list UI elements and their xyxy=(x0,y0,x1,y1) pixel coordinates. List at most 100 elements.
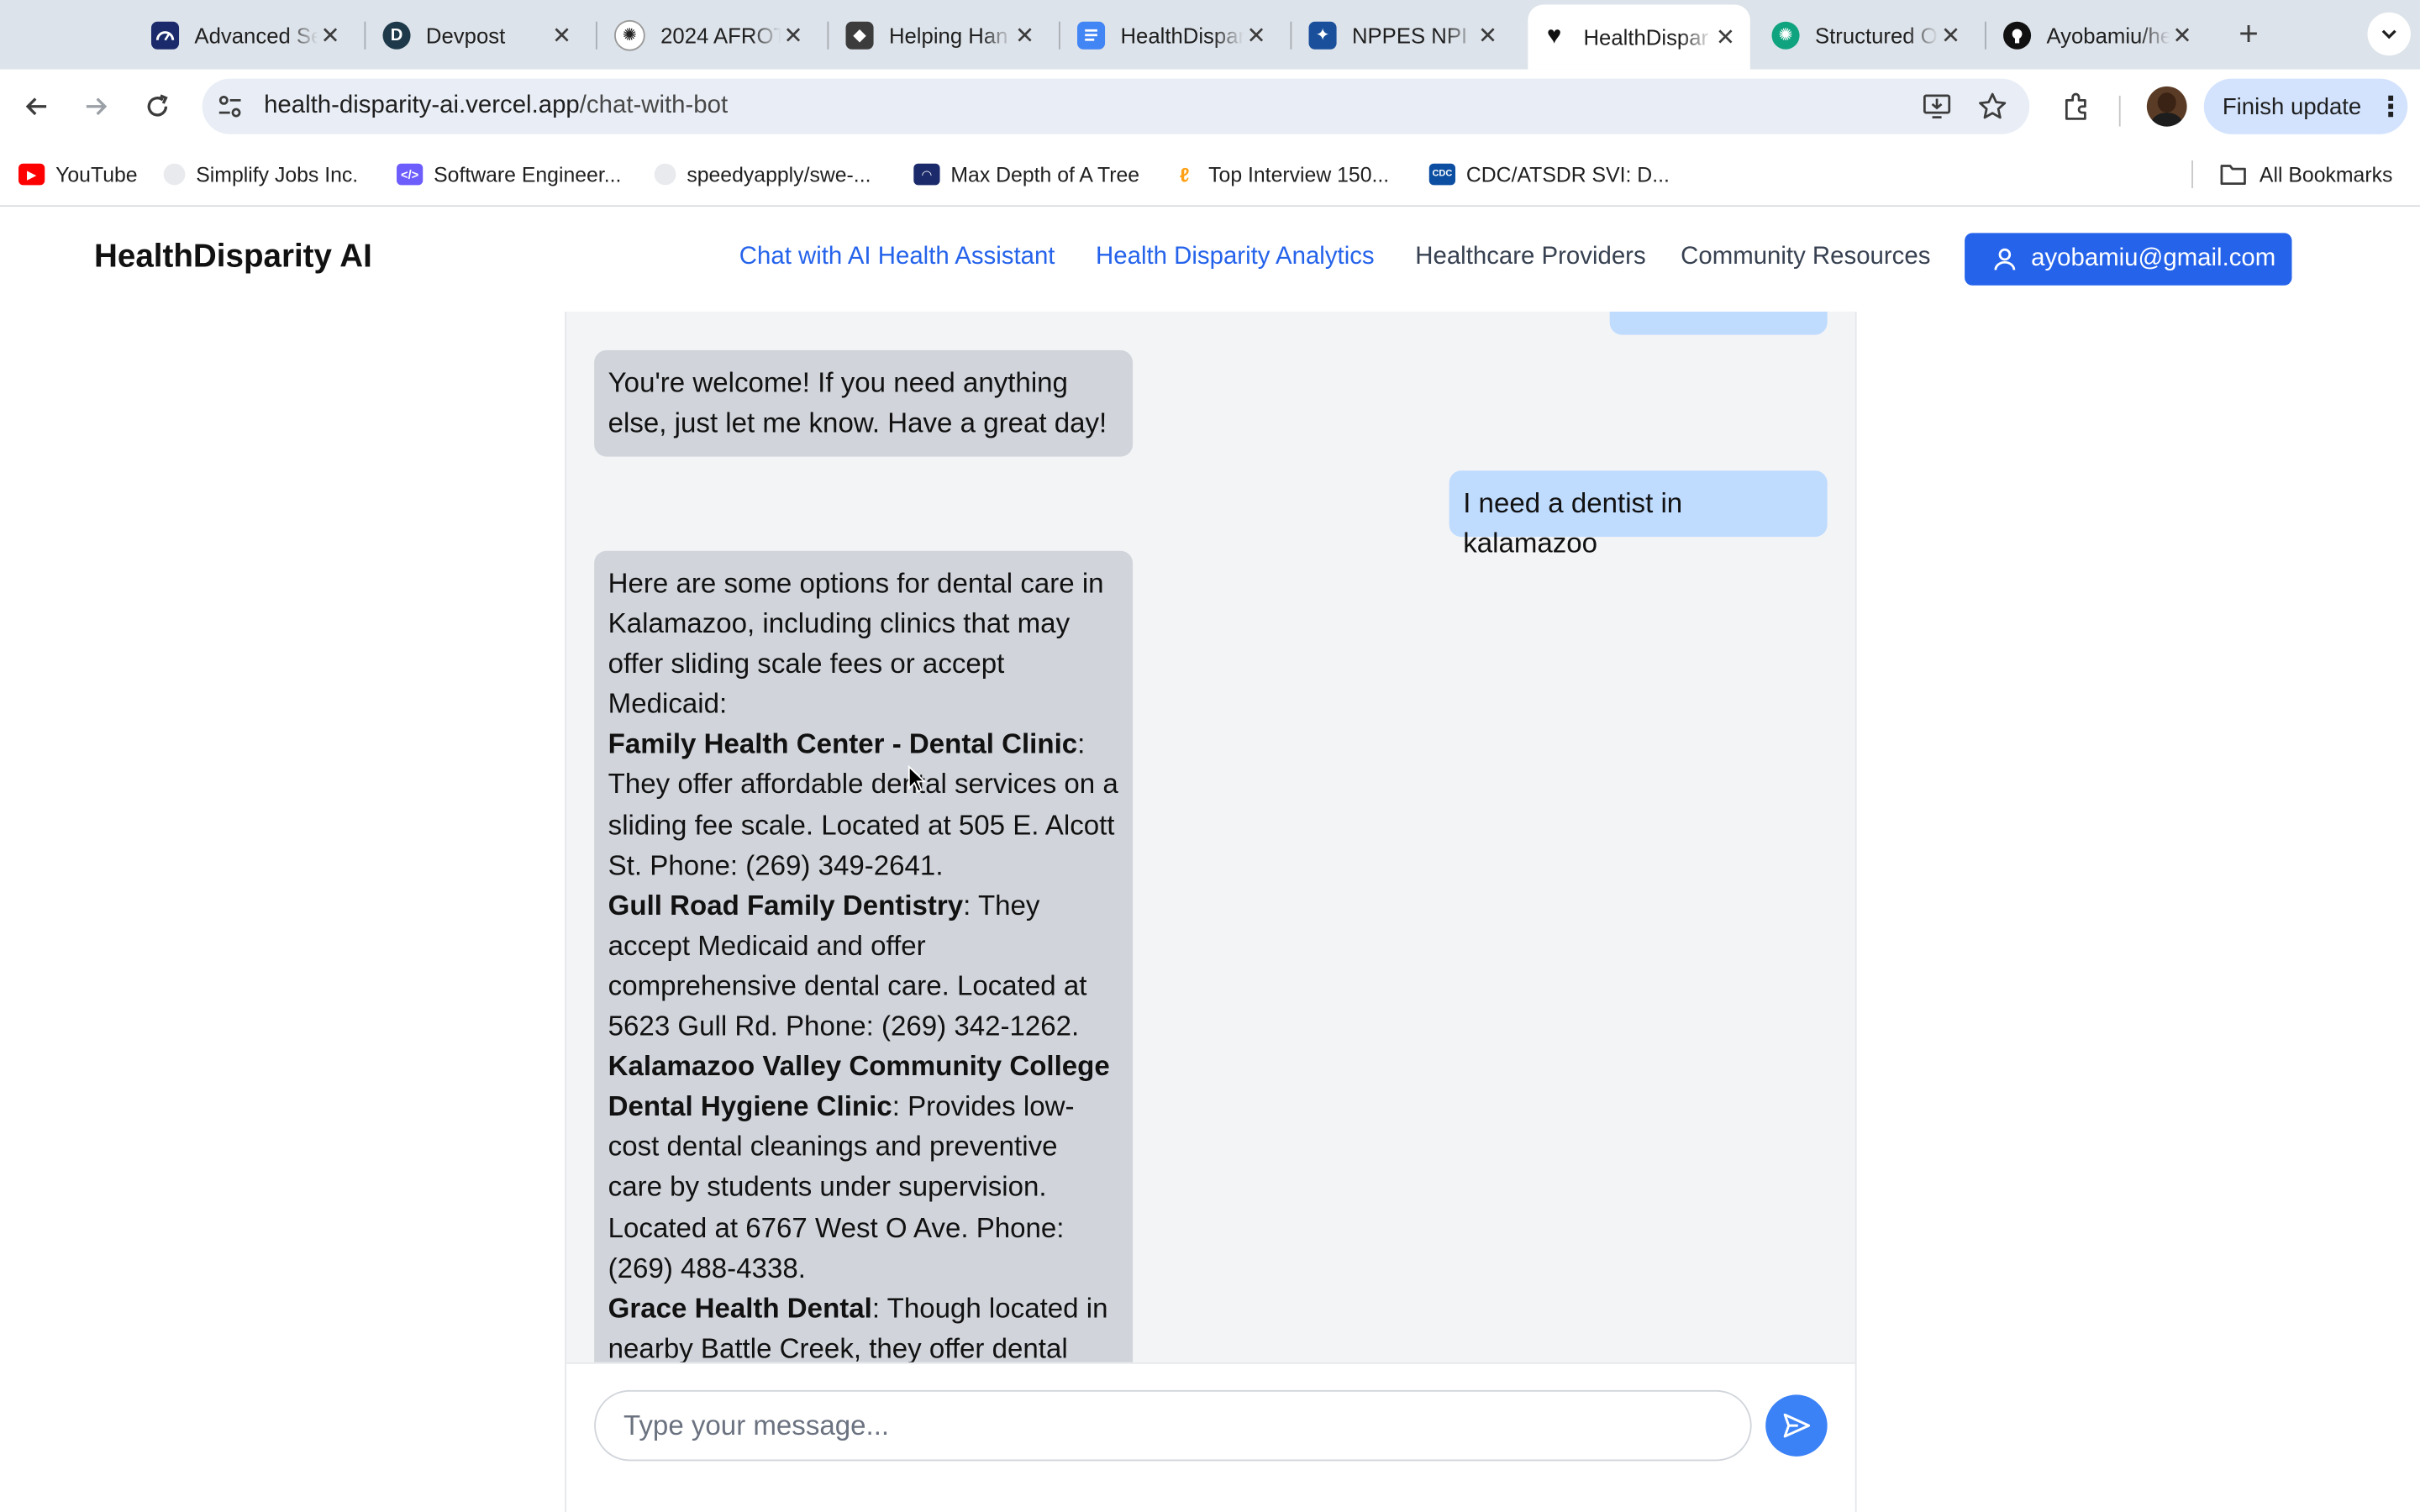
bookmark-item[interactable]: CDC CDC/ATSDR SVI: D... xyxy=(1428,159,1670,190)
browser-toolbar: health-disparity-ai.vercel.app/chat-with… xyxy=(0,69,2420,144)
message-input[interactable] xyxy=(594,1389,1752,1462)
mouse-cursor-icon xyxy=(908,765,927,793)
bookmark-item[interactable]: Simplify Jobs Inc. xyxy=(163,159,359,190)
back-button[interactable] xyxy=(15,85,58,128)
close-icon[interactable]: ✕ xyxy=(318,23,342,49)
web-page: HealthDisparity AI Chat with AI Health A… xyxy=(0,207,2420,1512)
provider-item: Kalamazoo Valley Community College Denta… xyxy=(608,1047,1119,1289)
github-icon xyxy=(2003,20,2032,49)
code-icon: </> xyxy=(397,163,424,186)
tab-title: Ayobamiu/he xyxy=(2046,22,2170,48)
provider-name: Grace Health Dental xyxy=(608,1292,872,1324)
tab-title: NPPES NPI xyxy=(1351,22,1468,48)
tab-title: HealthDispar xyxy=(1120,22,1244,48)
tab-title: 2024 AFROTE xyxy=(660,22,781,48)
site-header: HealthDisparity AI Chat with AI Health A… xyxy=(0,207,2420,312)
profile-avatar[interactable] xyxy=(2146,86,2187,127)
nav-providers-link[interactable]: Healthcare Providers xyxy=(1415,244,1645,271)
browser-tab[interactable]: Advanced Se ✕ xyxy=(139,11,355,59)
message-text: You're welcome! If you need anything els… xyxy=(608,367,1107,438)
bookmark-item[interactable]: speedyapply/swe-... xyxy=(654,159,871,190)
tab-title: Helping Han xyxy=(888,22,1008,48)
speedometer-icon: ◠ xyxy=(913,163,940,186)
user-account-button[interactable]: ayobamiu@gmail.com xyxy=(1965,233,2292,286)
close-icon[interactable]: ✕ xyxy=(1713,24,1738,50)
arrow-left-icon xyxy=(25,97,47,116)
all-bookmarks-button[interactable]: All Bookmarks xyxy=(2219,159,2392,190)
openai-icon: ✺ xyxy=(614,18,645,50)
browser-tab[interactable]: D Devpost ✕ xyxy=(371,11,587,59)
address-bar[interactable]: health-disparity-ai.vercel.app/chat-with… xyxy=(202,78,2030,134)
tab-title: Devpost xyxy=(425,22,506,48)
leetcode-icon: ℓ xyxy=(1179,162,1190,186)
url-host: health-disparity-ai.vercel.app xyxy=(264,92,580,119)
cube-icon: ◆ xyxy=(845,20,874,49)
browser-tab[interactable]: ✺ 2024 AFROTE ✕ xyxy=(602,11,818,59)
site-brand[interactable]: HealthDisparity AI xyxy=(94,239,372,276)
tab-title: Structured O xyxy=(1814,22,1938,48)
cdc-icon: CDC xyxy=(1428,163,1456,186)
close-icon[interactable]: ✕ xyxy=(781,23,805,49)
tab-divider xyxy=(1290,21,1292,50)
new-tab-button[interactable]: + xyxy=(2230,14,2267,53)
close-icon[interactable]: ✕ xyxy=(1244,23,1268,49)
bookmark-label: Simplify Jobs Inc. xyxy=(196,162,359,186)
nav-chat-link[interactable]: Chat with AI Health Assistant xyxy=(739,244,1055,271)
chevron-down-icon xyxy=(2381,29,2396,39)
tab-title: HealthDispar xyxy=(1583,24,1709,50)
devpost-icon: D xyxy=(382,20,411,49)
url-text[interactable]: health-disparity-ai.vercel.app/chat-with… xyxy=(264,91,728,122)
tab-divider xyxy=(1984,21,1986,50)
chat-message-bot: You're welcome! If you need anything els… xyxy=(594,349,1134,457)
close-icon[interactable]: ✕ xyxy=(1476,23,1500,49)
provider-name: Family Health Center - Dental Clinic xyxy=(608,728,1078,760)
close-icon[interactable]: ✕ xyxy=(1013,23,1037,49)
bookmark-label: speedyapply/swe-... xyxy=(687,162,871,186)
provider-item: Gull Road Family Dentistry: They accept … xyxy=(608,885,1119,1047)
github-icon xyxy=(654,163,676,186)
provider-item: Grace Health Dental: Though located in n… xyxy=(608,1288,1119,1368)
message-composer xyxy=(566,1362,1855,1512)
bookmark-item[interactable]: ◠ Max Depth of A Tree xyxy=(913,159,1139,190)
browser-tab[interactable]: ✺ Structured O ✕ xyxy=(1760,11,1975,59)
reload-button[interactable] xyxy=(136,85,179,128)
browser-tab[interactable]: ✦ NPPES NPI ✕ xyxy=(1297,11,1512,59)
bookmarks-divider xyxy=(2191,160,2193,189)
nav-resources-link[interactable]: Community Resources xyxy=(1681,244,1930,271)
extensions-icon[interactable] xyxy=(2054,85,2097,128)
tab-search-button[interactable] xyxy=(2367,12,2411,56)
bookmark-label: Software Engineer... xyxy=(434,162,622,186)
tab-title: Advanced Se xyxy=(194,22,318,48)
tab-divider xyxy=(364,21,366,50)
chat-message-user: I need a dentist in kalamazoo xyxy=(1449,470,1828,559)
chat-window: You're welcome! If you need anything els… xyxy=(565,312,1857,1512)
youtube-icon: ▶ xyxy=(18,163,45,186)
bookmark-label: CDC/ATSDR SVI: D... xyxy=(1465,162,1670,186)
send-button[interactable] xyxy=(1765,1394,1828,1457)
globe-icon xyxy=(163,163,186,186)
chat-message-bot: Here are some options for dental care in… xyxy=(594,550,1134,1415)
install-app-icon[interactable] xyxy=(1920,90,1954,123)
browser-tab[interactable]: ◆ Helping Han ✕ xyxy=(834,11,1050,59)
bookmark-item[interactable]: ℓ Top Interview 150... xyxy=(1171,159,1389,190)
forward-button[interactable] xyxy=(74,85,117,128)
finish-update-button[interactable]: Finish update ⋮ xyxy=(2203,78,2408,134)
browser-tab-active[interactable]: ♥ HealthDispar ✕ xyxy=(1528,4,1750,70)
nppes-icon: ✦ xyxy=(1308,20,1337,49)
close-icon[interactable]: ✕ xyxy=(550,23,574,49)
bookmark-item[interactable]: </> Software Engineer... xyxy=(397,159,621,190)
message-intro: Here are some options for dental care in… xyxy=(608,567,1104,720)
chatgpt-icon: ✺ xyxy=(1771,20,1800,49)
close-icon[interactable]: ✕ xyxy=(2170,23,2194,49)
site-info-icon[interactable] xyxy=(214,91,245,122)
bookmark-star-icon[interactable] xyxy=(1975,90,2009,123)
tab-divider xyxy=(1058,21,1060,50)
browser-tab[interactable]: HealthDispar ✕ xyxy=(1065,11,1281,59)
close-icon[interactable]: ✕ xyxy=(1939,23,1963,49)
browser-tab[interactable]: Ayobamiu/he ✕ xyxy=(1991,11,2207,59)
bookmark-item[interactable]: ▶ YouTube xyxy=(18,159,138,190)
chat-message-user-partial xyxy=(1609,312,1828,335)
tab-divider xyxy=(827,21,829,50)
nav-analytics-link[interactable]: Health Disparity Analytics xyxy=(1096,244,1375,271)
provider-name: Gull Road Family Dentistry xyxy=(608,890,964,921)
